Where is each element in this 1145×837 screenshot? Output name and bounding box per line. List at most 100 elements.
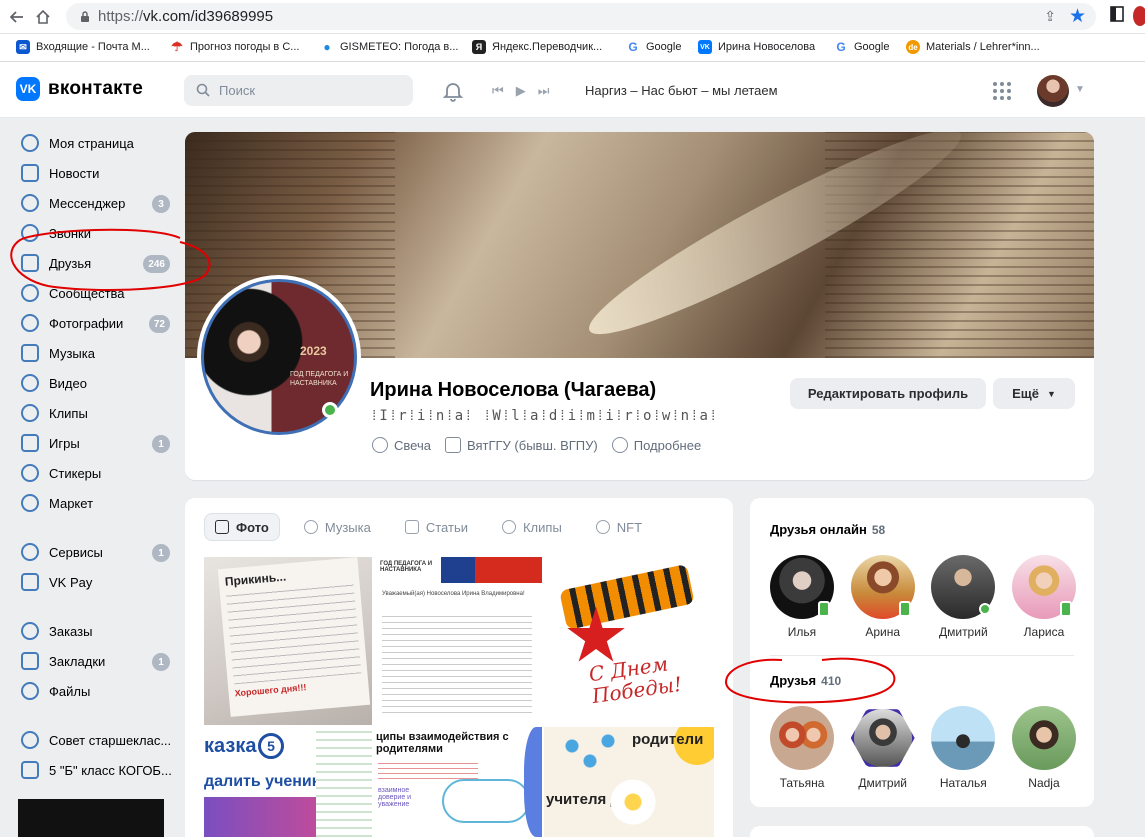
friends-online-title[interactable]: Друзья онлайн 58 (770, 522, 885, 537)
more-button[interactable]: Ещё ▼ (993, 378, 1075, 409)
sidebar-item[interactable]: Моя страница (12, 128, 177, 158)
bookmark-mail[interactable]: ✉ Входящие - Почта M... (16, 40, 150, 54)
tab-photos[interactable]: Фото (204, 513, 280, 541)
sidebar-item-badge: 1 (152, 435, 170, 453)
sidebar-item-badge: 246 (143, 255, 170, 273)
photo-thumbnail[interactable]: ГОД ПЕДАГОГА И НАСТАВНИКА Уважаемый(ая) … (374, 557, 542, 725)
vk-logo[interactable]: VK вконтакте (16, 77, 143, 101)
apps-grid-icon[interactable] (993, 82, 1011, 100)
sidebar-item[interactable]: Заказы (12, 616, 177, 646)
sidebar-item[interactable]: Сервисы 1 (12, 537, 177, 567)
sidebar-item-badge: 1 (152, 653, 170, 671)
friends-card: Друзья онлайн 58 Илья Арина Дмитрий Ларис… (750, 498, 1094, 807)
friend-item[interactable]: Арина (849, 555, 917, 639)
photo-title: ципы взаимодействия с родителями (376, 731, 509, 755)
bell-icon[interactable] (442, 80, 464, 102)
sidebar-item-icon (21, 761, 39, 779)
friend-item[interactable]: Татьяна (768, 706, 836, 790)
url-text: https://vk.com/id39689995 (98, 8, 273, 25)
friend-item[interactable]: Наталья (929, 706, 997, 790)
more-button-label: Ещё (1012, 386, 1039, 401)
tab-nft[interactable]: NFT (586, 513, 652, 541)
bookmark-translate[interactable]: Я Яндекс.Переводчик... (472, 40, 602, 54)
sidebar-item[interactable]: Маркет (12, 488, 177, 518)
more-info-link[interactable]: Подробнее (611, 437, 702, 453)
sidebar-item-label: Совет старшеклас... (49, 732, 172, 748)
sidebar-item[interactable]: VK Pay (12, 567, 177, 597)
back-icon[interactable] (6, 6, 28, 28)
sidebar-item[interactable]: Сообщества (12, 278, 177, 308)
tab-label: NFT (616, 519, 643, 535)
sidebar-item-label: Друзья (49, 255, 92, 271)
sidebar-item[interactable]: Фотографии 72 (12, 308, 177, 338)
friend-item[interactable]: Дмитрий (929, 555, 997, 639)
city-info[interactable]: Свеча (372, 437, 431, 453)
tab-clips[interactable]: Клипы (492, 513, 572, 541)
edit-profile-button[interactable]: Редактировать профиль (790, 378, 986, 409)
next-track-icon[interactable]: ⏭ (538, 83, 550, 99)
sidebar-item[interactable]: Звонки (12, 218, 177, 248)
sidebar-item-label: Звонки (49, 225, 91, 241)
bookmark-label: Google (646, 41, 682, 53)
sidebar-item[interactable]: 5 "Б" класс КОГОБ... (12, 755, 177, 785)
search-input[interactable]: Поиск (184, 75, 413, 106)
window-icon[interactable] (1110, 6, 1130, 26)
bookmark-label: Materials / Lehrer*inn... (926, 41, 1040, 53)
photo-thumbnail[interactable]: С Днем Победы! (544, 557, 714, 725)
bookmark-google[interactable]: G Google (626, 40, 681, 54)
profile-status[interactable]: ⁞I⁞r⁞i⁞n⁞a⁞ ⁞W⁞l⁞a⁞d⁞i⁞m⁞i⁞r⁞o⁞w⁞n⁞a⁞ (370, 408, 718, 425)
sidebar-item-badge: 3 (152, 195, 170, 213)
friend-item[interactable]: Nadja (1010, 706, 1078, 790)
sidebar-item-label: Новости (49, 165, 100, 181)
sidebar-item[interactable]: Мессенджер 3 (12, 188, 177, 218)
bookmark-weather[interactable]: ☂ Прогноз погоды в С... (170, 39, 299, 54)
tab-articles[interactable]: Статьи (395, 513, 478, 541)
sidebar-video-thumbnail[interactable] (18, 799, 164, 837)
sidebar-item[interactable]: Клипы (12, 398, 177, 428)
share-icon[interactable]: ⇪ (1044, 8, 1056, 25)
sidebar-item[interactable]: Стикеры (12, 458, 177, 488)
sidebar-item[interactable]: Файлы (12, 676, 177, 706)
friend-item[interactable]: Дмитрий (849, 706, 917, 790)
photo-thumbnail[interactable]: ципы взаимодействия с родителями взаимно… (374, 727, 542, 837)
bookmark-star-icon[interactable]: ★ (1069, 5, 1086, 28)
friend-item[interactable]: Илья (768, 555, 836, 639)
now-playing-title[interactable]: Наргиз – Нас бьют – мы летаем (585, 83, 778, 98)
previous-track-icon[interactable]: ⏮ (492, 83, 504, 99)
bookmark-vk[interactable]: VK Ирина Новоселова (698, 40, 815, 54)
media-tabs: Фото Музыка Статьи Клипы NFT (204, 513, 652, 541)
play-icon[interactable]: ▶ (516, 83, 526, 99)
chevron-down-icon[interactable]: ▼ (1075, 84, 1085, 95)
bookmark-materials[interactable]: de Materials / Lehrer*inn... (906, 40, 1040, 54)
bookmark-google-2[interactable]: G Google (834, 40, 889, 54)
sidebar-item[interactable]: Игры 1 (12, 428, 177, 458)
sidebar-item-icon (21, 404, 39, 422)
sidebar-item-label: Игры (49, 435, 80, 451)
sidebar-item[interactable]: Совет старшеклас... (12, 725, 177, 755)
sidebar-item-label: Закладки (49, 653, 106, 669)
music-icon (303, 520, 318, 534)
friend-item[interactable]: Лариса (1010, 555, 1078, 639)
browser-toolbar: https://vk.com/id39689995 ⇪ ★ (0, 0, 1145, 34)
sidebar-item[interactable]: Музыка (12, 338, 177, 368)
photo-thumbnail[interactable]: казка 5 далить ученика (204, 727, 372, 837)
sidebar-item-icon (21, 543, 39, 561)
sidebar-item-icon (21, 652, 39, 670)
photo-thumbnail[interactable]: Прикинь... Хорошего дня!!! (204, 557, 372, 725)
sidebar-item-icon (21, 464, 39, 482)
bookmark-gismeteo[interactable]: ● GISMETEO: Погода в... (320, 40, 458, 54)
sidebar-item[interactable]: Новости (12, 158, 177, 188)
home-icon[interactable] (32, 6, 54, 28)
sidebar-item[interactable]: Друзья 246 (12, 248, 177, 278)
friends-all-title[interactable]: Друзья 410 (770, 673, 841, 688)
profile-icon[interactable] (1133, 6, 1145, 26)
more-info-label: Подробнее (633, 437, 702, 453)
sidebar-item[interactable]: Видео (12, 368, 177, 398)
photo-thumbnail[interactable]: родители учителя дети (544, 727, 714, 837)
tab-music[interactable]: Музыка (294, 513, 381, 541)
sidebar-item[interactable]: Закладки 1 (12, 646, 177, 676)
address-bar[interactable]: https://vk.com/id39689995 ⇪ ★ (66, 3, 1096, 30)
photo-caption: взаимное доверие и уважение (378, 787, 412, 808)
education-info[interactable]: ВятГГУ (бывш. ВГПУ) (444, 437, 598, 453)
user-avatar[interactable] (1037, 75, 1069, 107)
